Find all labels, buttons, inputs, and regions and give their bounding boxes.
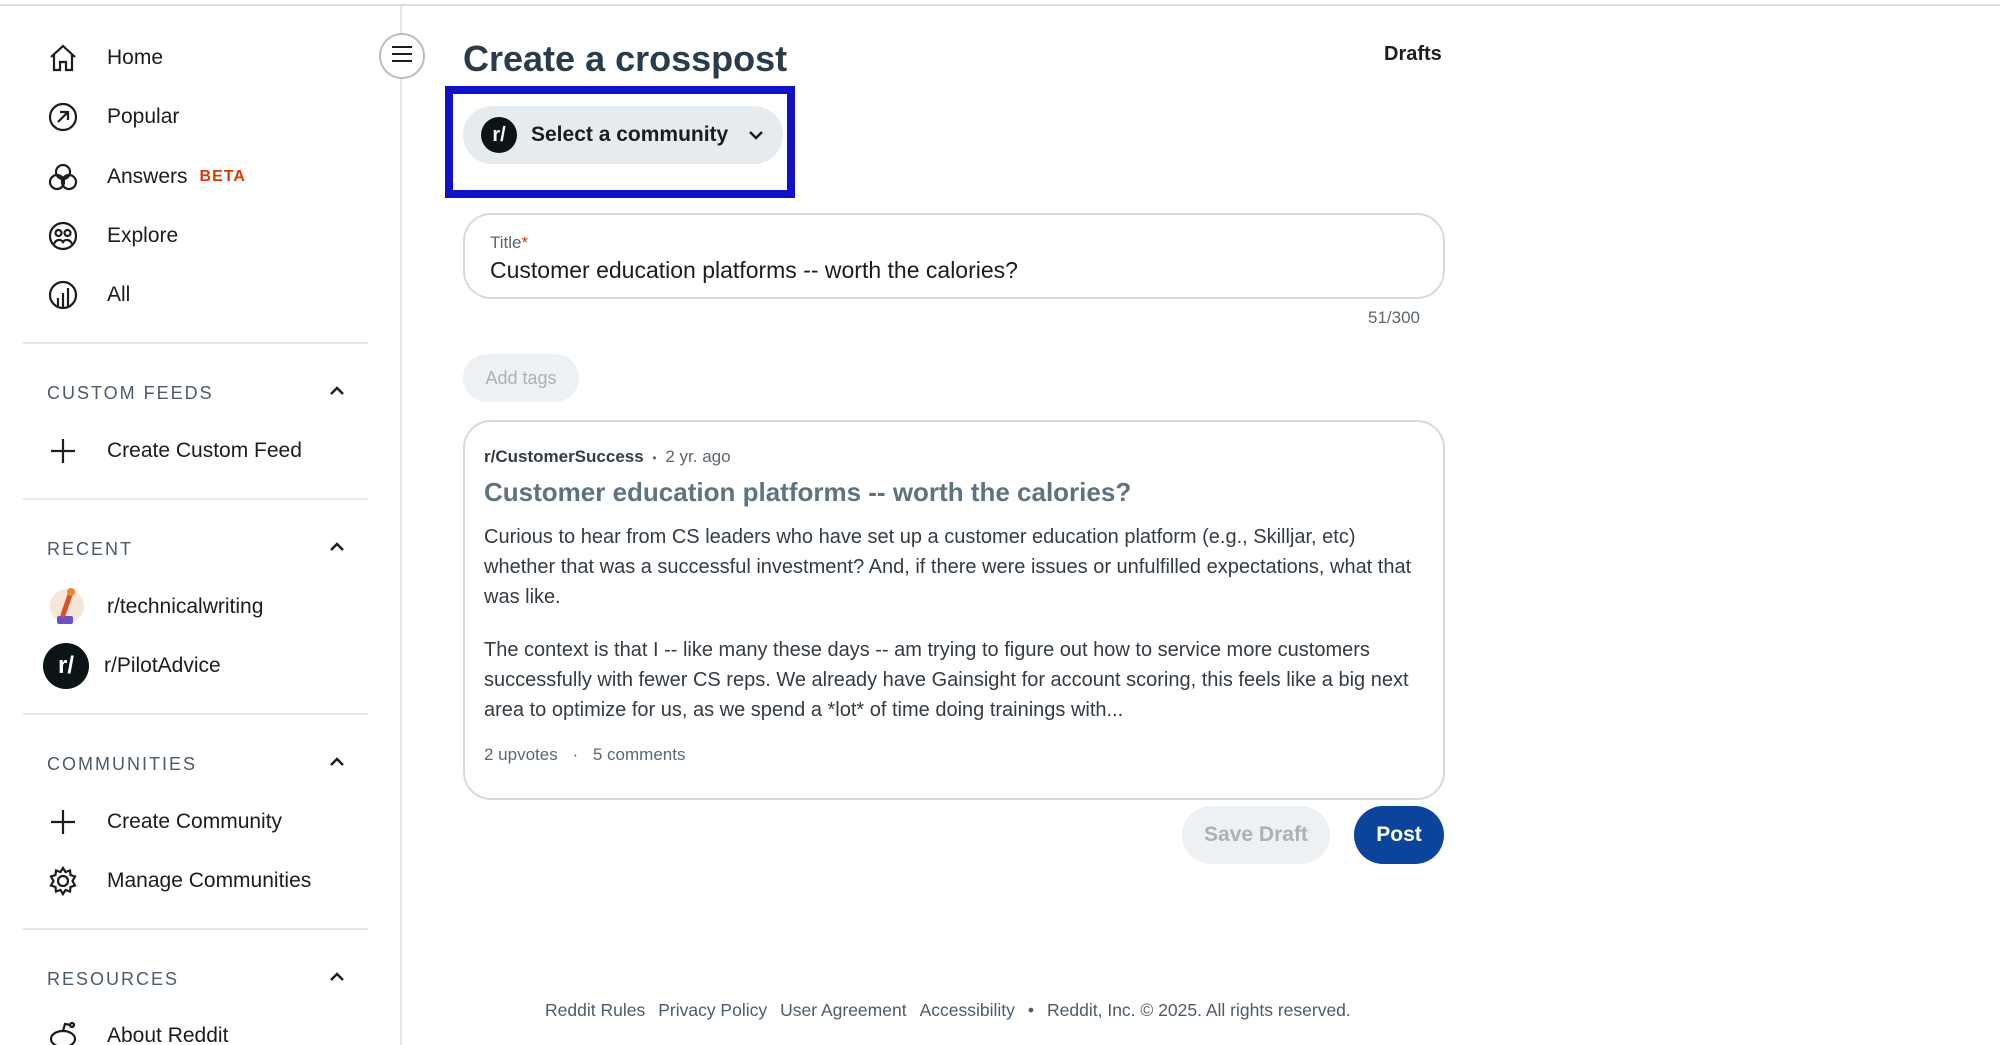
explore-icon: [47, 220, 95, 252]
sidebar-item-popular[interactable]: Popular: [47, 87, 179, 147]
meta-separator: •: [652, 451, 657, 465]
footer-link-user-agreement[interactable]: User Agreement: [780, 1000, 906, 1021]
sidebar-item-about-reddit[interactable]: About Reddit: [47, 1006, 228, 1045]
add-tags-button[interactable]: Add tags: [463, 354, 579, 402]
post-stats: 2 upvotes · 5 comments: [484, 745, 1443, 765]
gear-icon: [47, 865, 95, 897]
sidebar-item-label: About Reddit: [107, 1024, 229, 1045]
preview-paragraph: Curious to hear from CS leaders who have…: [484, 526, 1412, 608]
sidebar-item-label: Manage Communities: [107, 869, 312, 892]
create-community[interactable]: Create Community: [47, 792, 282, 852]
sidebar-item-answers[interactable]: Answers BETA: [47, 147, 246, 207]
title-value[interactable]: Customer education platforms -- worth th…: [490, 257, 1443, 284]
footer-link-rules[interactable]: Reddit Rules: [545, 1000, 645, 1021]
page-title: Create a crosspost: [463, 38, 788, 79]
save-draft-button[interactable]: Save Draft: [1182, 806, 1330, 864]
sidebar-item-label: Create Community: [107, 810, 283, 833]
sidebar-divider: [23, 498, 368, 500]
sidebar-item-label: Popular: [107, 105, 180, 128]
subreddit-name[interactable]: r/CustomerSuccess: [484, 447, 644, 466]
chevron-up-icon[interactable]: [327, 752, 347, 777]
left-sidebar: Home Popular Answers BETA Explore All CU…: [0, 6, 402, 1045]
title-input[interactable]: Title* Customer education platforms -- w…: [463, 213, 1445, 299]
all-icon: [47, 279, 95, 311]
preview-body: Curious to hear from CS leaders who have…: [484, 522, 1424, 725]
sidebar-item-explore[interactable]: Explore: [47, 206, 178, 266]
pilotadvice-avatar: r/: [43, 643, 95, 689]
stats-separator: ·: [572, 745, 579, 764]
sidebar-item-label: r/PilotAdvice: [104, 654, 221, 677]
chevron-up-icon[interactable]: [327, 381, 347, 406]
sidebar-item-label: All: [107, 283, 131, 306]
post-meta: r/CustomerSuccess • 2 yr. ago: [484, 447, 1443, 467]
popular-icon: [47, 101, 95, 133]
beta-badge: BETA: [199, 168, 246, 185]
highlight-box: [445, 86, 795, 198]
sidebar-divider: [23, 928, 368, 930]
footer-copyright: Reddit, Inc. © 2025. All rights reserved…: [1047, 1000, 1351, 1020]
post-button[interactable]: Post: [1354, 806, 1444, 864]
answers-icon: [47, 161, 95, 193]
character-counter: 51/300: [1368, 308, 1420, 327]
hamburger-menu-icon: [391, 45, 413, 68]
preview-paragraph: The context is that I -- like many these…: [484, 639, 1409, 721]
sidebar-item-label: Home: [107, 46, 164, 69]
title-label: Title*: [490, 233, 529, 252]
crosspost-preview-card[interactable]: r/CustomerSuccess • 2 yr. ago Customer e…: [463, 420, 1445, 800]
chevron-up-icon[interactable]: [327, 537, 347, 562]
technicalwriting-avatar: [47, 584, 95, 630]
manage-communities[interactable]: Manage Communities: [47, 851, 311, 911]
reddit-alien-icon: [47, 1020, 95, 1045]
section-title: RECENT: [47, 538, 134, 559]
required-marker: *: [521, 233, 529, 252]
plus-icon: [47, 435, 95, 467]
communities-header[interactable]: COMMUNITIES: [47, 744, 347, 784]
upvote-count: 2 upvotes: [484, 745, 558, 764]
comment-count: 5 comments: [592, 745, 686, 764]
sidebar-item-label: r/technicalwriting: [107, 595, 264, 618]
footer-bullet: •: [1027, 1000, 1035, 1020]
plus-icon: [47, 806, 95, 838]
sidebar-item-label: Explore: [107, 224, 179, 247]
sidebar-divider: [23, 713, 368, 715]
recent-header[interactable]: RECENT: [47, 529, 347, 569]
sidebar-item-home[interactable]: Home: [47, 28, 163, 88]
drafts-link[interactable]: Drafts: [1384, 43, 1442, 66]
sidebar-item-technicalwriting[interactable]: r/technicalwriting: [47, 577, 263, 637]
sidebar-item-label: Answers: [107, 165, 188, 188]
home-icon: [47, 42, 95, 74]
sidebar-divider: [23, 342, 368, 344]
section-title: CUSTOM FEEDS: [47, 382, 214, 403]
resources-header[interactable]: RESOURCES: [47, 959, 347, 999]
sidebar-toggle-button[interactable]: [379, 33, 425, 79]
custom-feeds-header[interactable]: CUSTOM FEEDS: [47, 373, 347, 413]
footer: Reddit Rules Privacy Policy User Agreeme…: [545, 1000, 1351, 1021]
create-custom-feed[interactable]: Create Custom Feed: [47, 421, 302, 481]
section-title: COMMUNITIES: [47, 753, 197, 774]
chevron-up-icon[interactable]: [327, 967, 347, 992]
sidebar-item-pilotadvice[interactable]: r/ r/PilotAdvice: [43, 636, 221, 696]
sidebar-item-label: Create Custom Feed: [107, 439, 302, 462]
footer-link-accessibility[interactable]: Accessibility: [920, 1000, 1015, 1021]
preview-title[interactable]: Customer education platforms -- worth th…: [484, 477, 1443, 508]
footer-link-privacy[interactable]: Privacy Policy: [658, 1000, 767, 1021]
post-age: 2 yr. ago: [665, 447, 731, 466]
sidebar-item-all[interactable]: All: [47, 265, 130, 325]
section-title: RESOURCES: [47, 968, 180, 989]
